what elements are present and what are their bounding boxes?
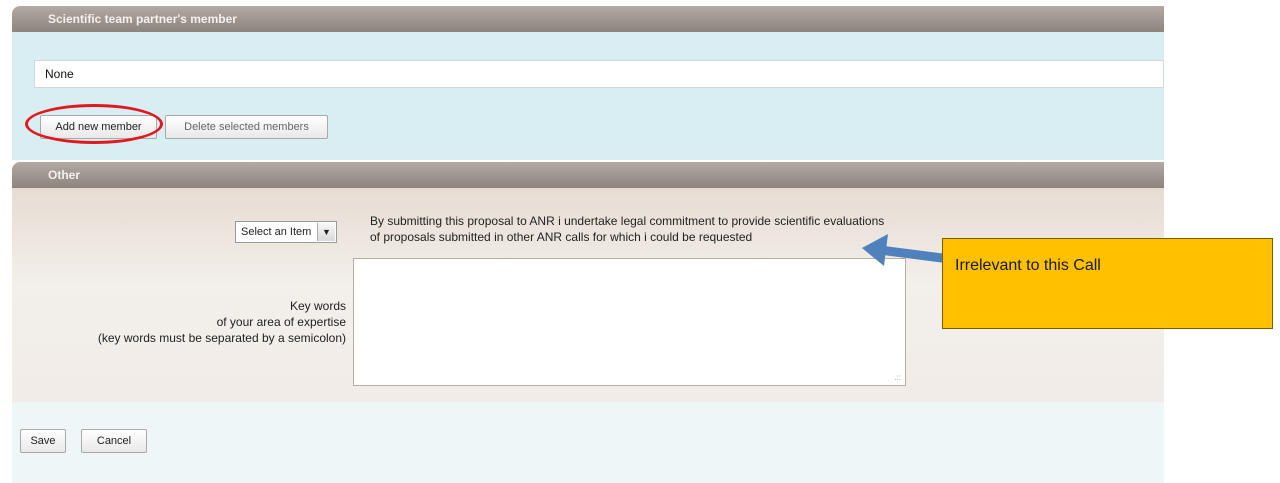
keywords-label: Key words of your area of expertise (key… (20, 298, 346, 346)
members-section-title: Scientific team partner's member (48, 12, 237, 26)
commitment-line-1: By submitting this proposal to ANR i und… (370, 214, 885, 228)
cancel-button[interactable]: Cancel (81, 429, 147, 453)
members-list[interactable]: None (34, 60, 1164, 88)
actions-panel (12, 402, 1164, 483)
other-section-header: Other (12, 162, 1164, 188)
save-button[interactable]: Save (20, 429, 66, 453)
annotation-note: Irrelevant to this Call (942, 238, 1273, 329)
members-section-header: Scientific team partner's member (12, 6, 1164, 32)
commitment-select-value: Select an Item (241, 226, 312, 238)
keywords-label-line-1: Key words (289, 299, 346, 313)
other-section-title: Other (48, 168, 81, 182)
resize-grip-icon[interactable]: .:: (894, 374, 901, 382)
delete-selected-members-button[interactable]: Delete selected members (165, 115, 328, 139)
annotation-note-text: Irrelevant to this Call (955, 257, 1101, 274)
keywords-label-line-2: of your area of expertise (216, 315, 346, 329)
keywords-textarea[interactable]: .:: (353, 258, 906, 386)
commitment-select[interactable]: Select an Item ▼ (235, 221, 337, 243)
highlight-ellipse-annotation (25, 104, 163, 144)
members-list-value: None (45, 67, 74, 81)
arrow-left-icon (862, 234, 947, 266)
members-panel (12, 32, 1164, 160)
keywords-label-line-3: (key words must be separated by a semico… (97, 331, 346, 345)
chevron-down-icon[interactable]: ▼ (317, 223, 335, 241)
